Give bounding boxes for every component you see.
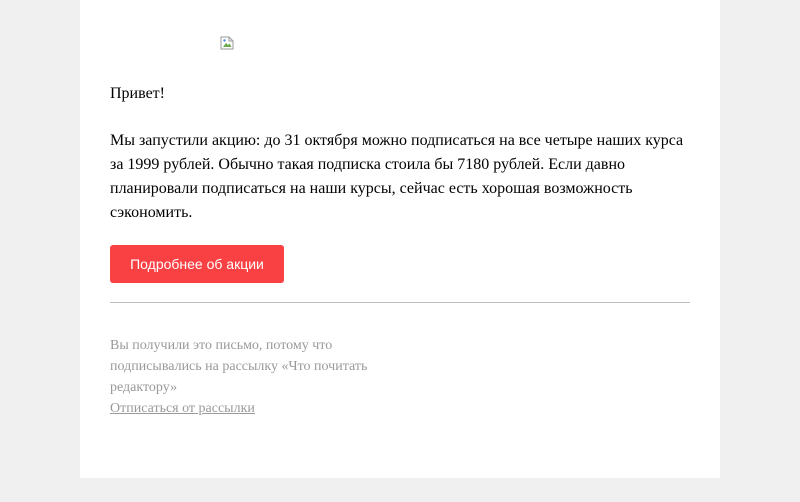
footer-divider: [110, 302, 690, 303]
email-card: Привет! Мы запустили акцию: до 31 октябр…: [80, 0, 720, 478]
email-body-text: Мы запустили акцию: до 31 октября можно …: [110, 132, 684, 221]
unsubscribe-link[interactable]: Отписаться от рассылки: [110, 398, 255, 419]
broken-image-icon: [220, 36, 234, 50]
subscription-notice-text: Вы получили это письмо, потому что подпи…: [110, 338, 368, 395]
greeting-text: Привет!: [110, 85, 165, 102]
promo-details-button[interactable]: Подробнее об акции: [110, 245, 284, 283]
